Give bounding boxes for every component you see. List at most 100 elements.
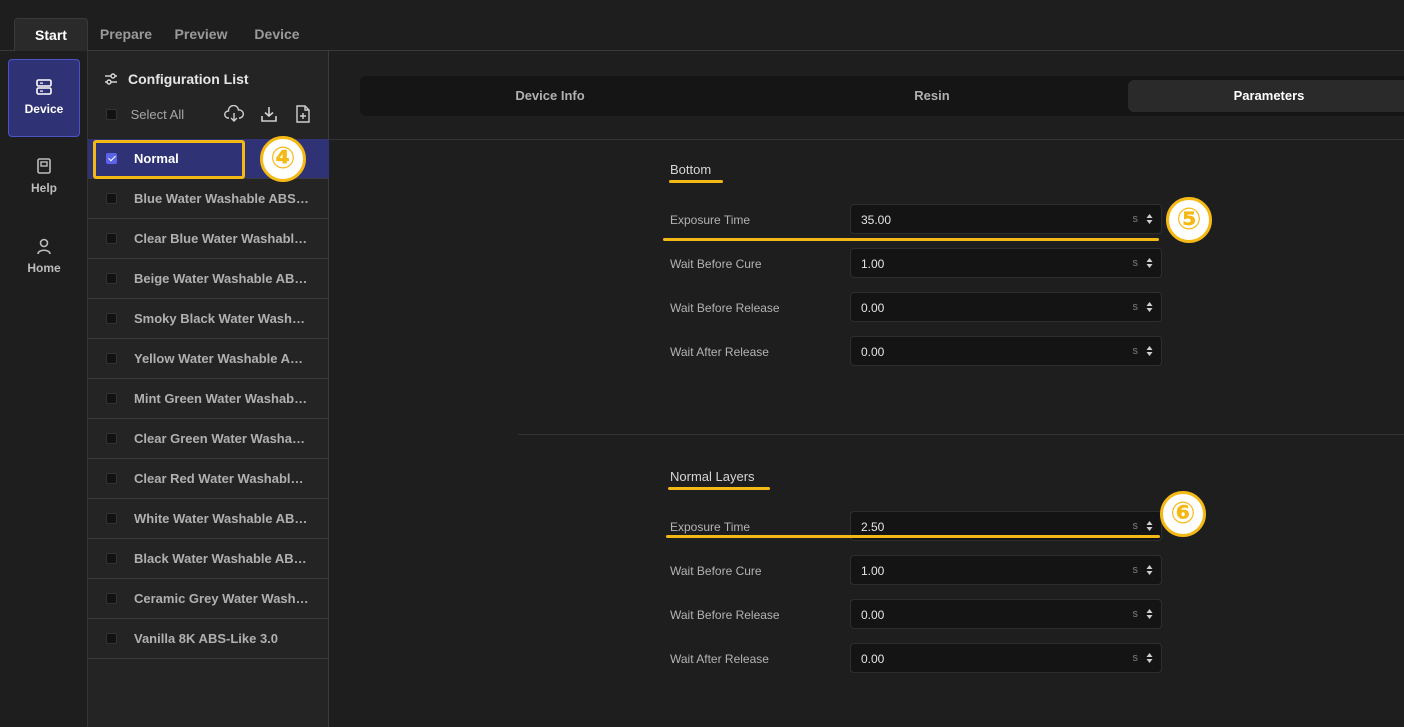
unit-label: s <box>1132 520 1139 532</box>
unit-label: s <box>1132 257 1139 269</box>
add-file-icon[interactable] <box>295 105 311 128</box>
item-checkbox[interactable] <box>106 593 117 604</box>
unit-label: s <box>1132 564 1139 576</box>
rail-item-home[interactable]: Home <box>8 219 80 297</box>
list-item[interactable]: Vanilla 8K ABS-Like 3.0 <box>88 619 329 659</box>
tab-device-info[interactable]: Device Info <box>360 76 740 116</box>
list-item-label: Smoky Black Water Washable ABS-Like 3.0 <box>134 311 310 326</box>
list-item-label: Black Water Washable ABS-Like 3.0 <box>134 551 310 566</box>
rail-item-device[interactable]: Device <box>8 59 80 137</box>
select-all-checkbox[interactable] <box>106 109 117 120</box>
select-all-label: Select All <box>130 107 185 122</box>
list-item-label: Beige Water Washable ABS-Like 3.0 <box>134 271 310 286</box>
list-item-label: Ceramic Grey Water Washable ABS-Like 3.0 <box>134 591 310 606</box>
unit-label: s <box>1132 213 1139 225</box>
configuration-list-header: Configuration List <box>104 71 249 87</box>
list-item[interactable]: Beige Water Washable ABS-Like 3.0 <box>88 259 329 299</box>
tab-prepare[interactable]: Prepare <box>94 18 158 51</box>
input-value: 0.00 <box>861 652 885 666</box>
help-icon <box>37 158 51 174</box>
side-rail: Device Help Home <box>0 51 88 727</box>
wait-after-release-input[interactable]: 0.00 s <box>850 336 1162 366</box>
input-value: 35.00 <box>861 213 892 227</box>
input-value: 1.00 <box>861 257 885 271</box>
section-title-bottom: Bottom <box>670 162 712 177</box>
wait-before-release-input[interactable]: 0.00 s <box>850 292 1162 322</box>
wait-before-release-input[interactable]: 0.00 s <box>850 599 1162 629</box>
item-checkbox[interactable] <box>106 633 117 644</box>
sliders-icon <box>105 73 117 85</box>
spinner-icon[interactable] <box>1146 344 1153 358</box>
list-item-label: Yellow Water Washable ABS-Like 3.0 <box>134 351 310 366</box>
list-item[interactable]: Smoky Black Water Washable ABS-Like 3.0 <box>88 299 329 339</box>
list-item-label: Clear Red Water Washable ABS-Like 3.0 <box>134 471 310 486</box>
list-item-label: Mint Green Water Washable ABS-Like 3.0 <box>134 391 310 406</box>
list-item[interactable]: Black Water Washable ABS-Like 3.0 <box>88 539 329 579</box>
unit-label: s <box>1132 345 1139 357</box>
spinner-icon[interactable] <box>1146 651 1153 665</box>
list-item-label: Clear Green Water Washable ABS-Like 3.0 <box>134 431 310 446</box>
highlight-underline-bottom <box>669 180 723 183</box>
item-checkbox[interactable] <box>106 473 117 484</box>
top-tab-bar: Start Prepare Preview Device <box>0 0 1404 52</box>
rail-item-help[interactable]: Help <box>8 139 80 217</box>
config-toolbar <box>224 104 323 128</box>
item-checkbox[interactable] <box>106 193 117 204</box>
wait-after-release-input[interactable]: 0.00 s <box>850 643 1162 673</box>
tab-start[interactable]: Start <box>14 18 88 52</box>
select-all[interactable]: Select All <box>106 107 184 122</box>
tab-parameters[interactable]: Parameters <box>1128 80 1404 112</box>
annotation-badge-6: ⑥ <box>1160 491 1206 537</box>
param-label: Wait Before Cure <box>670 257 762 271</box>
list-item[interactable]: Clear Blue Water Washable ABS-Like 3.0 <box>88 219 329 259</box>
list-item-label: Blue Water Washable ABS-Like 3.0 <box>134 191 310 206</box>
item-checkbox[interactable] <box>106 393 117 404</box>
rail-label-help: Help <box>30 181 57 195</box>
item-checkbox[interactable] <box>106 233 117 244</box>
param-label: Wait Before Release <box>670 608 780 622</box>
param-label: Wait After Release <box>670 652 769 666</box>
list-item[interactable]: Mint Green Water Washable ABS-Like 3.0 <box>88 379 329 419</box>
item-checkbox[interactable] <box>106 513 117 524</box>
spinner-icon[interactable] <box>1146 212 1153 226</box>
list-item[interactable]: Yellow Water Washable ABS-Like 3.0 <box>88 339 329 379</box>
list-item[interactable]: White Water Washable ABS-Like 3.0 <box>88 499 329 539</box>
input-value: 0.00 <box>861 345 885 359</box>
user-icon <box>37 238 51 255</box>
param-label: Wait Before Cure <box>670 564 762 578</box>
input-value: 1.00 <box>861 564 885 578</box>
exposure-time-input[interactable]: 35.00 s <box>850 204 1162 234</box>
list-item[interactable]: Clear Green Water Washable ABS-Like 3.0 <box>88 419 329 459</box>
unit-label: s <box>1132 301 1139 313</box>
cloud-download-icon[interactable] <box>224 104 244 128</box>
wait-before-cure-input[interactable]: 1.00 s <box>850 248 1162 278</box>
download-icon[interactable] <box>260 105 278 128</box>
list-item[interactable]: Ceramic Grey Water Washable ABS-Like 3.0 <box>88 579 329 619</box>
spinner-icon[interactable] <box>1146 300 1153 314</box>
spinner-icon[interactable] <box>1146 256 1153 270</box>
section-divider <box>518 434 1404 435</box>
tab-resin[interactable]: Resin <box>740 76 1124 116</box>
wait-before-cure-input[interactable]: 1.00 s <box>850 555 1162 585</box>
item-checkbox[interactable] <box>106 433 117 444</box>
item-checkbox[interactable] <box>106 273 117 284</box>
tab-preview[interactable]: Preview <box>168 18 234 51</box>
param-label: Wait After Release <box>670 345 769 359</box>
list-item[interactable]: Blue Water Washable ABS-Like 3.0 <box>88 179 329 219</box>
unit-label: s <box>1132 608 1139 620</box>
section-title-normal-layers: Normal Layers <box>670 469 755 484</box>
item-checkbox[interactable] <box>106 353 117 364</box>
highlight-underline-exposure-normal <box>666 535 1160 538</box>
spinner-icon[interactable] <box>1146 607 1153 621</box>
item-checkbox[interactable] <box>106 313 117 324</box>
spinner-icon[interactable] <box>1146 563 1153 577</box>
spinner-icon[interactable] <box>1146 519 1153 533</box>
item-checkbox[interactable] <box>106 553 117 564</box>
param-label: Wait Before Release <box>670 301 780 315</box>
device-icon <box>36 79 52 95</box>
configuration-list-title: Configuration List <box>128 71 249 87</box>
tab-device[interactable]: Device <box>246 18 308 51</box>
list-item[interactable]: Clear Red Water Washable ABS-Like 3.0 <box>88 459 329 499</box>
list-item-label: Vanilla 8K ABS-Like 3.0 <box>134 631 279 646</box>
rail-label-device: Device <box>24 102 64 116</box>
